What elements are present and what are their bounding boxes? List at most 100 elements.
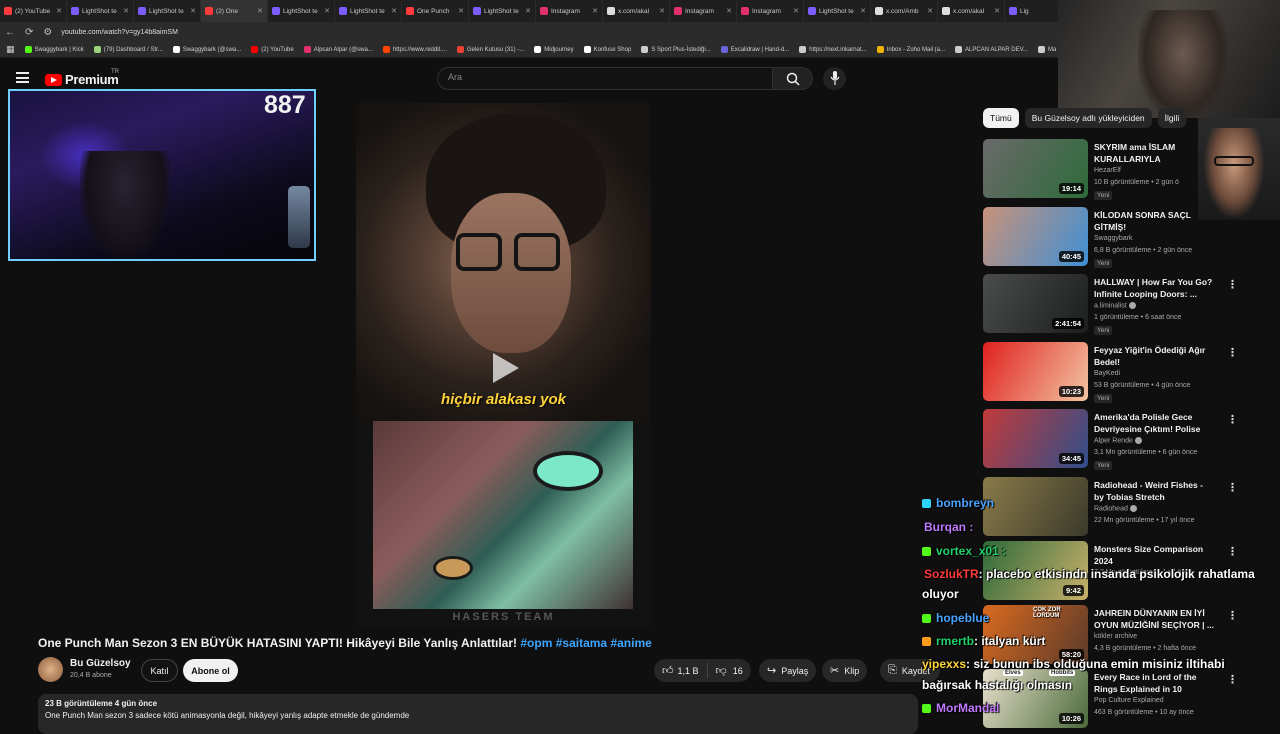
recommended-channel-name[interactable]: Pop Culture Explained [1094,697,1164,704]
close-tab-icon[interactable]: ✕ [592,7,598,15]
bookmark-item[interactable]: Excalidraw | Hand-d... [720,46,789,53]
recommended-video-title[interactable]: HALLWAY | How Far You Go? Infinite Loopi… [1094,276,1214,300]
recommended-channel-name[interactable]: Alper Rende [1094,437,1142,444]
recommended-channel-name[interactable]: kökler archive [1094,633,1137,640]
bookmark-item[interactable]: (79) Dashboard / Str... [93,46,163,53]
filter-chip[interactable]: İlgili [1157,108,1187,128]
url-field[interactable]: youtube.com/watch?v=gy14b8aimSM [61,29,178,36]
hashtag-link[interactable]: #opm [520,636,552,650]
recommended-video-title[interactable]: Feyyaz Yiğit'in Ödediği Ağır Bedel! [1094,344,1214,368]
hashtag-link[interactable]: #anime [610,636,651,650]
recommended-video[interactable]: Radiohead - Weird Fishes - by Tobias Str… [983,477,1238,537]
close-tab-icon[interactable]: ✕ [123,7,129,15]
close-tab-icon[interactable]: ✕ [525,7,531,15]
close-tab-icon[interactable]: ✕ [793,7,799,15]
browser-tab[interactable]: x.com/akal ✕ [603,0,670,22]
bookmark-item[interactable]: Gelen Kutusu (31) -... [456,46,524,53]
back-icon[interactable]: ← [5,27,15,38]
close-tab-icon[interactable]: ✕ [190,7,196,15]
bookmark-item[interactable]: https://next.inkarnat... [799,46,867,53]
recommended-channel-name[interactable]: HezarElf [1094,167,1121,174]
more-options-icon[interactable]: ⋮ [1227,413,1238,426]
play-icon[interactable] [493,353,519,383]
browser-tab[interactable]: (2) YouTube ✕ [0,0,67,22]
close-tab-icon[interactable]: ✕ [458,7,464,15]
bookmark-item[interactable]: Inbox - Zoho Mail (a... [876,46,945,53]
recommended-video-title[interactable]: Amerika'da Polisle Gece Devriyesine Çıkt… [1094,411,1214,435]
browser-tab[interactable]: Instagram ✕ [670,0,737,22]
bookmark-item[interactable]: Konfuse Shop [583,46,631,53]
close-tab-icon[interactable]: ✕ [324,7,330,15]
filter-chip[interactable]: Tümü [983,108,1019,128]
more-options-icon[interactable]: ⋮ [1227,481,1238,494]
search-button[interactable] [772,67,813,90]
browser-tab[interactable]: LightShot te ✕ [335,0,402,22]
browser-tab[interactable]: Instagram ✕ [536,0,603,22]
more-options-icon[interactable]: ⋮ [1227,346,1238,359]
channel-name[interactable]: Bu Güzelsoy [70,658,131,669]
browser-tab[interactable]: x.com/akal ✕ [938,0,1005,22]
dislike-button[interactable]: 👎︎ 16 [708,664,751,677]
more-options-icon[interactable]: ⋮ [1227,545,1238,558]
browser-tab[interactable]: LightShot te ✕ [469,0,536,22]
bookmark-item[interactable]: Swaggybark | Kick [24,46,84,53]
description-box[interactable]: 23 B görüntüleme 4 gün önce One Punch Ma… [38,694,918,734]
browser-tab[interactable]: (2) One ✕ [201,0,268,22]
recommended-video-title[interactable]: Every Race in Lord of the Rings Explaine… [1094,671,1214,695]
bookmark-item[interactable]: Swaggybark (@swa... [172,46,241,53]
more-options-icon[interactable]: ⋮ [1227,609,1238,622]
bookmark-item[interactable]: Midjourney [534,46,574,53]
recommended-video[interactable]: 2:41:54 HALLWAY | How Far You Go? Infinit… [983,274,1238,335]
close-tab-icon[interactable]: ✕ [927,7,933,15]
browser-tab[interactable]: Lig✕ [1005,0,1058,22]
video-thumbnail[interactable] [983,477,1088,536]
bookmark-item[interactable]: (2) YouTube [251,46,294,53]
bookmark-item[interactable]: https://www.reddit.... [382,46,447,53]
search-input[interactable] [437,67,773,90]
recommended-channel-name[interactable]: Swaggybark [1094,235,1133,242]
browser-tab[interactable]: LightShot te ✕ [268,0,335,22]
recommended-video[interactable]: 19:14 SKYRIM ama İSLAM KURALLARIYLA HezarE… [983,139,1198,200]
recommended-video[interactable]: 40:45 KİLODAN SONRA SAÇL GİTMİŞ! Swaggybar… [983,207,1198,268]
video-thumbnail[interactable]: 40:45 [983,207,1088,266]
video-player[interactable]: hiçbir alakası yok HASERS TEAM [356,103,651,627]
apps-icon[interactable]: ▦ [6,44,15,55]
video-thumbnail[interactable]: 34:45 [983,409,1088,468]
subscribe-button[interactable]: Abone ol [183,659,238,682]
browser-tab[interactable]: LightShot te ✕ [804,0,871,22]
close-tab-icon[interactable]: ✕ [659,7,665,15]
channel-avatar[interactable] [38,657,63,682]
recommended-video-title[interactable]: Monsters Size Comparison 2024 [1094,543,1214,567]
video-thumbnail[interactable]: 2:41:54 [983,274,1088,333]
hamburger-menu-icon[interactable] [16,72,29,83]
close-tab-icon[interactable]: ✕ [56,7,62,15]
hashtag-link[interactable]: #saitama [556,636,607,650]
browser-tab[interactable]: LightShot te ✕ [134,0,201,22]
like-button[interactable]: 👍︎ 1,1 B [654,663,708,678]
recommended-video-title[interactable]: JAHREIN DÜNYANIN EN İYİ OYUN MÜZİĞİNİ SE… [1094,607,1214,631]
close-tab-icon[interactable]: ✕ [257,7,263,15]
bookmark-item[interactable]: S Sport Plus-İstediği... [641,46,711,53]
youtube-premium-logo[interactable]: Premium [45,72,119,87]
recommended-video-title[interactable]: SKYRIM ama İSLAM KURALLARIYLA [1094,141,1214,165]
video-thumbnail[interactable]: 19:14 [983,139,1088,198]
voice-search-button[interactable] [823,67,846,90]
bookmark-item[interactable]: Alpcan Alpar (@swa... [303,46,373,53]
clip-button[interactable]: ✂ Klip [822,659,868,682]
more-options-icon[interactable]: ⋮ [1227,673,1238,686]
filter-chip[interactable]: Bu Güzelsoy adlı yükleyiciden [1024,108,1152,128]
more-options-icon[interactable]: ⋮ [1227,278,1238,291]
join-button[interactable]: Katıl [141,659,178,682]
recommended-channel-name[interactable]: a.liminalist [1094,302,1136,309]
recommended-video[interactable]: 10:23 Feyyaz Yiğit'in Ödediği Ağır Bedel!… [983,342,1238,403]
browser-tab[interactable]: One Punch ✕ [402,0,469,22]
close-tab-icon[interactable]: ✕ [994,7,1000,15]
close-tab-icon[interactable]: ✕ [860,7,866,15]
recommended-channel-name[interactable]: Radiohead [1094,505,1137,512]
reload-icon[interactable]: ⟳ [25,27,33,38]
share-button[interactable]: ↪ Paylaş [759,659,817,682]
bookmark-item[interactable]: Ma [1038,46,1056,53]
recommended-video[interactable]: 34:45 Amerika'da Polisle Gece Devriyesine… [983,409,1238,470]
browser-tab[interactable]: x.com/Amb ✕ [871,0,938,22]
site-info-icon[interactable]: ⚙ [43,27,52,38]
